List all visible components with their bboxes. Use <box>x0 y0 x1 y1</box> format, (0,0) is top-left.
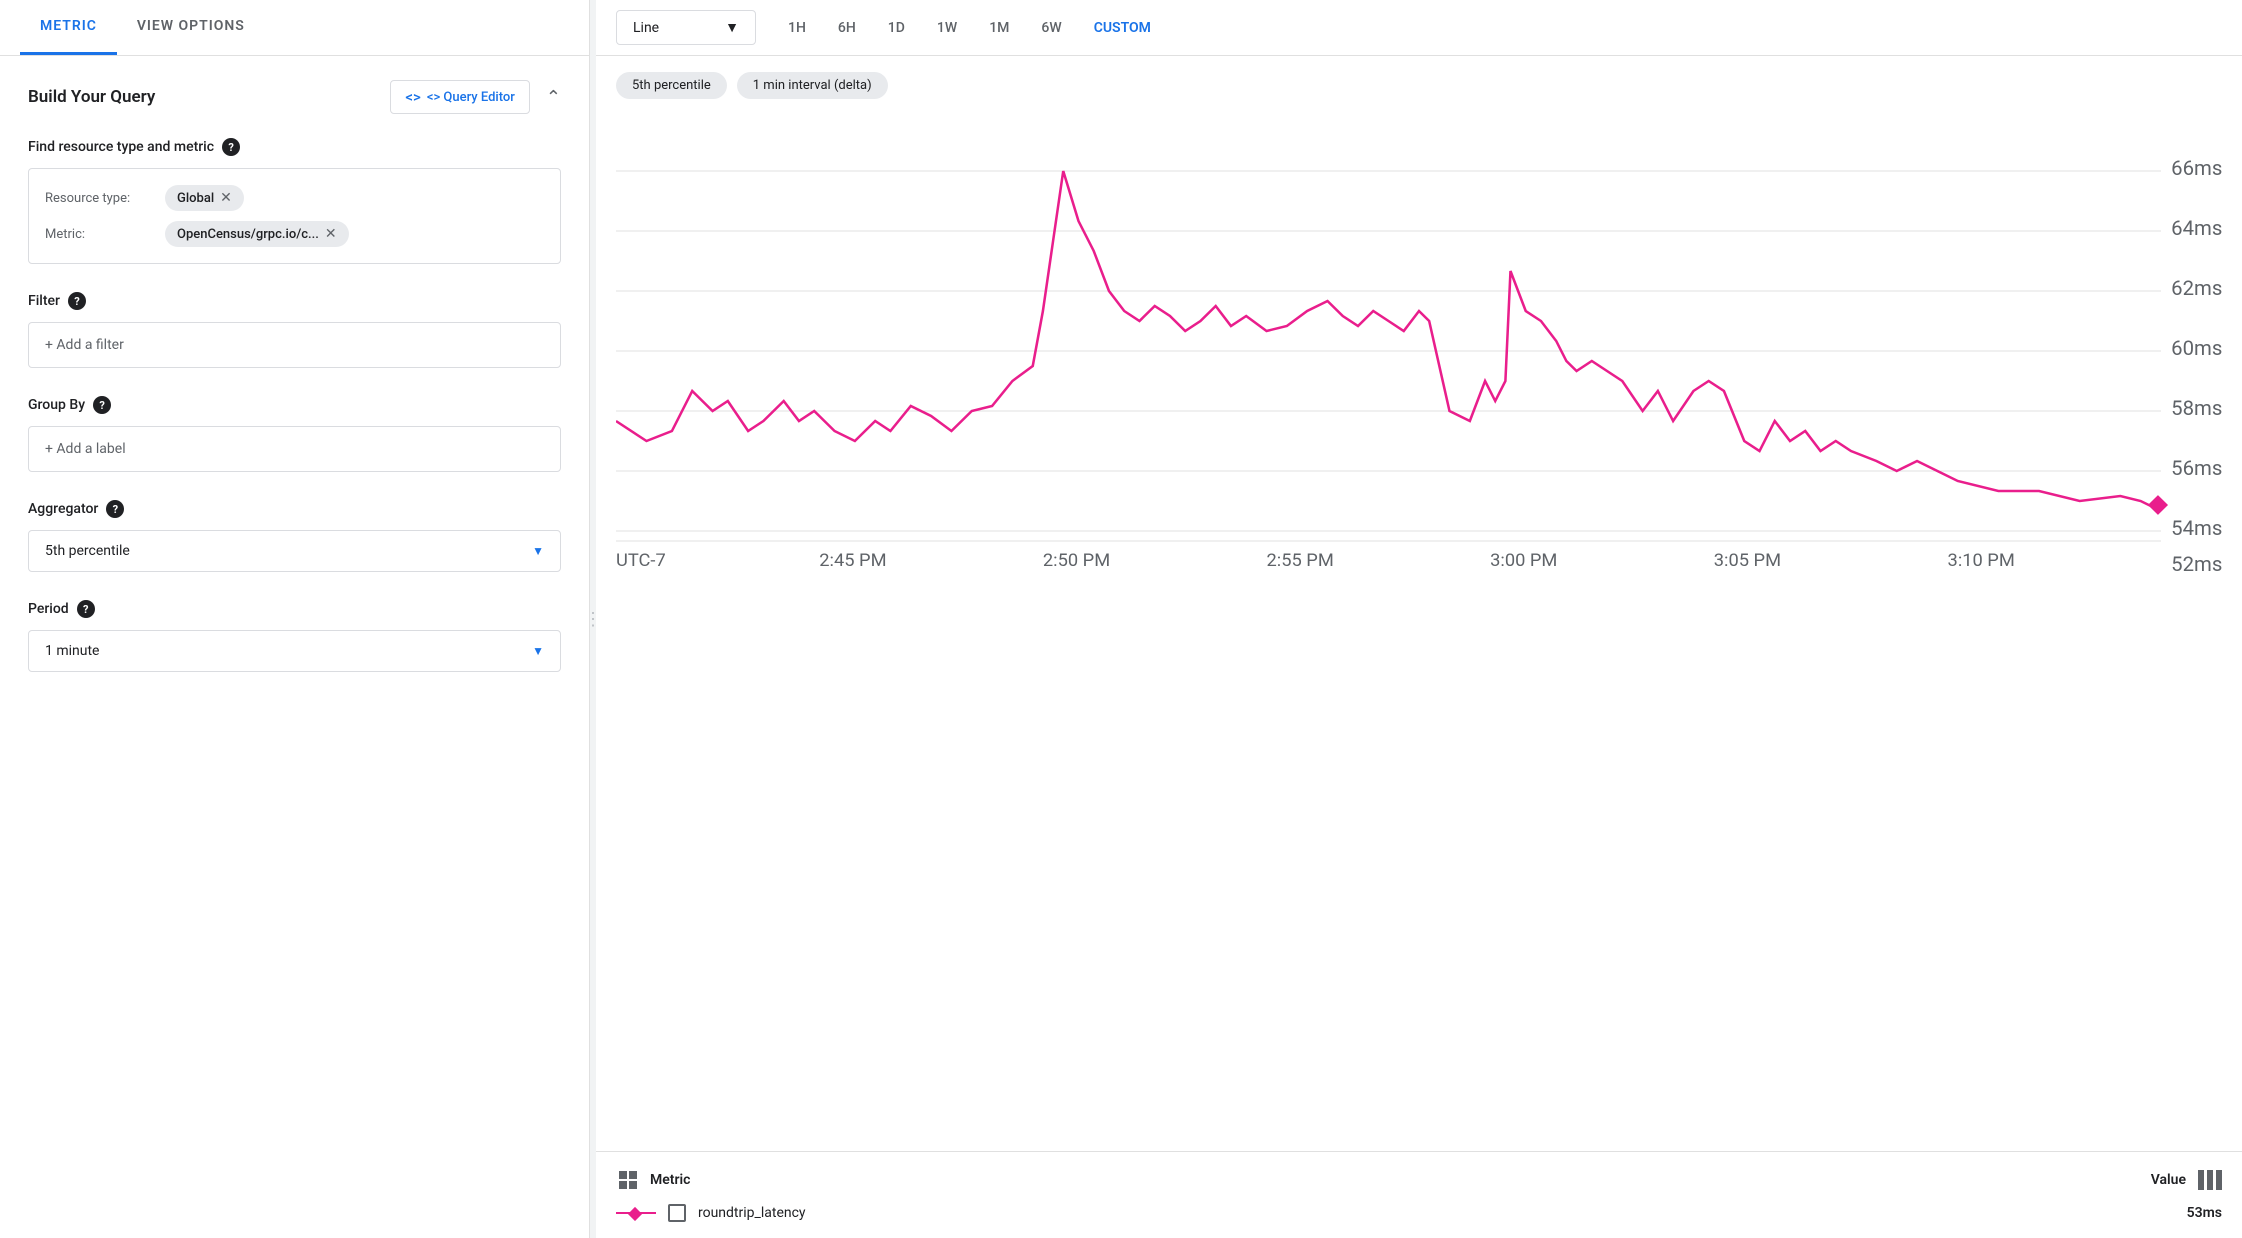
legend-value-header: Value <box>2151 1172 2186 1188</box>
tabs: METRIC VIEW OPTIONS <box>0 0 589 56</box>
legend-line-icon <box>616 1205 656 1221</box>
svg-text:60ms: 60ms <box>2171 336 2222 360</box>
svg-text:64ms: 64ms <box>2171 216 2222 240</box>
find-resource-help-icon[interactable]: ? <box>222 138 240 156</box>
group-by-section: Group By ? + Add a label <box>28 396 561 472</box>
legend-header-right: Value <box>2151 1170 2222 1190</box>
left-panel: METRIC VIEW OPTIONS Build Your Query <> … <box>0 0 590 1238</box>
svg-text:54ms: 54ms <box>2171 516 2222 540</box>
add-filter-input[interactable]: + Add a filter <box>28 322 561 368</box>
legend-header-left: Metric <box>616 1168 690 1192</box>
build-query-header: Build Your Query <> <> Query Editor ⌃ <box>28 80 561 114</box>
period-label: Period ? <box>28 600 561 618</box>
metric-close-icon[interactable]: ✕ <box>325 226 337 242</box>
panel-content: Build Your Query <> <> Query Editor ⌃ Fi… <box>0 56 589 1238</box>
aggregator-label: Aggregator ? <box>28 500 561 518</box>
chart-area: 5th percentile 1 min interval (delta) 66… <box>596 56 2242 1151</box>
legend-metric-name: roundtrip_latency <box>698 1205 2150 1221</box>
time-range-1m[interactable]: 1M <box>973 12 1025 44</box>
pill-interval[interactable]: 1 min interval (delta) <box>737 72 888 99</box>
legend-section: Metric Value roundtrip <box>596 1151 2242 1238</box>
aggregator-dropdown-arrow: ▼ <box>532 544 544 558</box>
chart-wrapper: 66ms 64ms 62ms 60ms 58ms 56ms 54ms 52ms … <box>616 111 2222 1151</box>
svg-text:3:00 PM: 3:00 PM <box>1490 550 1557 571</box>
chart-pills: 5th percentile 1 min interval (delta) <box>616 72 2222 99</box>
group-by-help-icon[interactable]: ? <box>93 396 111 414</box>
period-dropdown-arrow: ▼ <box>532 644 544 658</box>
metric-label: Metric: <box>45 227 155 242</box>
legend-header: Metric Value <box>616 1168 2222 1192</box>
svg-text:2:55 PM: 2:55 PM <box>1267 550 1334 571</box>
collapse-button[interactable]: ⌃ <box>546 87 561 108</box>
metric-row: Metric: OpenCensus/grpc.io/c... ✕ <box>45 221 544 247</box>
legend-grid-icon <box>616 1168 640 1192</box>
svg-text:3:10 PM: 3:10 PM <box>1948 550 2015 571</box>
svg-text:58ms: 58ms <box>2171 396 2222 420</box>
line-chart: 66ms 64ms 62ms 60ms 58ms 56ms 54ms 52ms … <box>616 111 2222 591</box>
legend-row: roundtrip_latency 53ms <box>616 1204 2222 1222</box>
chart-type-value: Line <box>633 20 659 36</box>
period-select[interactable]: 1 minute ▼ <box>28 630 561 672</box>
svg-text:66ms: 66ms <box>2171 156 2222 180</box>
code-icon: <> <box>405 88 420 106</box>
svg-text:56ms: 56ms <box>2171 456 2222 480</box>
svg-text:2:50 PM: 2:50 PM <box>1043 550 1110 571</box>
svg-text:62ms: 62ms <box>2171 276 2222 300</box>
add-label-input[interactable]: + Add a label <box>28 426 561 472</box>
time-range-1h[interactable]: 1H <box>772 12 822 44</box>
legend-checkbox[interactable] <box>668 1204 686 1222</box>
query-editor-label: <> Query Editor <box>427 90 515 105</box>
resource-type-row: Resource type: Global ✕ <box>45 185 544 211</box>
chart-type-arrow: ▼ <box>725 19 739 36</box>
find-resource-section: Find resource type and metric ? Resource… <box>28 138 561 264</box>
group-by-label: Group By ? <box>28 396 561 414</box>
right-panel: Line ▼ 1H 6H 1D 1W 1M 6W CUSTOM 5th perc… <box>596 0 2242 1238</box>
svg-text:2:45 PM: 2:45 PM <box>819 550 886 571</box>
svg-text:52ms: 52ms <box>2171 552 2222 576</box>
svg-text:UTC-7: UTC-7 <box>616 550 666 571</box>
chart-type-select[interactable]: Line ▼ <box>616 10 756 45</box>
legend-metric-header: Metric <box>650 1172 690 1188</box>
period-help-icon[interactable]: ? <box>77 600 95 618</box>
aggregator-help-icon[interactable]: ? <box>106 500 124 518</box>
time-range-6h[interactable]: 6H <box>822 12 872 44</box>
columns-icon[interactable] <box>2198 1170 2222 1190</box>
aggregator-select[interactable]: 5th percentile ▼ <box>28 530 561 572</box>
tab-metric[interactable]: METRIC <box>20 0 117 55</box>
pill-percentile[interactable]: 5th percentile <box>616 72 727 99</box>
legend-metric-value: 53ms <box>2162 1205 2222 1221</box>
filter-section: Filter ? + Add a filter <box>28 292 561 368</box>
chart-line <box>616 171 2161 511</box>
build-query-title: Build Your Query <box>28 87 155 107</box>
resource-metric-box: Resource type: Global ✕ Metric: OpenCens… <box>28 168 561 264</box>
find-resource-label: Find resource type and metric ? <box>28 138 561 156</box>
time-range-6w[interactable]: 6W <box>1025 12 1077 44</box>
chart-toolbar: Line ▼ 1H 6H 1D 1W 1M 6W CUSTOM <box>596 0 2242 56</box>
aggregator-section: Aggregator ? 5th percentile ▼ <box>28 500 561 572</box>
time-range-1d[interactable]: 1D <box>872 12 921 44</box>
filter-label: Filter ? <box>28 292 561 310</box>
metric-chip[interactable]: OpenCensus/grpc.io/c... ✕ <box>165 221 349 247</box>
resource-type-chip[interactable]: Global ✕ <box>165 185 244 211</box>
tab-view-options[interactable]: VIEW OPTIONS <box>117 0 265 55</box>
query-editor-button[interactable]: <> <> Query Editor <box>390 80 530 114</box>
svg-text:3:05 PM: 3:05 PM <box>1714 550 1781 571</box>
filter-help-icon[interactable]: ? <box>68 292 86 310</box>
time-range-1w[interactable]: 1W <box>921 12 973 44</box>
resource-type-close-icon[interactable]: ✕ <box>220 190 232 206</box>
period-section: Period ? 1 minute ▼ <box>28 600 561 672</box>
resource-type-label: Resource type: <box>45 191 155 206</box>
time-range-custom[interactable]: CUSTOM <box>1078 12 1167 44</box>
